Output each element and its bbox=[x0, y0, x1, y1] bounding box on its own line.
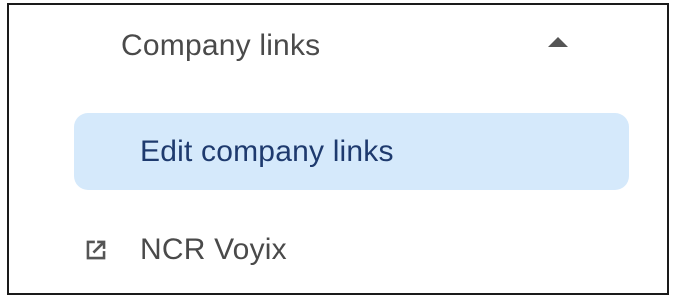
section-title: Company links bbox=[121, 29, 321, 62]
company-links-section-header[interactable]: Company links bbox=[9, 19, 667, 79]
caret-up-icon[interactable] bbox=[548, 37, 568, 47]
company-links-panel: Company links Edit company links NCR Voy… bbox=[7, 3, 669, 295]
edit-company-links-button[interactable]: Edit company links bbox=[74, 113, 629, 190]
company-link-label: NCR Voyix bbox=[140, 233, 287, 266]
edit-company-links-label: Edit company links bbox=[140, 135, 394, 168]
company-link-ncr-voyix[interactable]: NCR Voyix bbox=[9, 220, 667, 282]
external-link-icon bbox=[86, 240, 106, 260]
